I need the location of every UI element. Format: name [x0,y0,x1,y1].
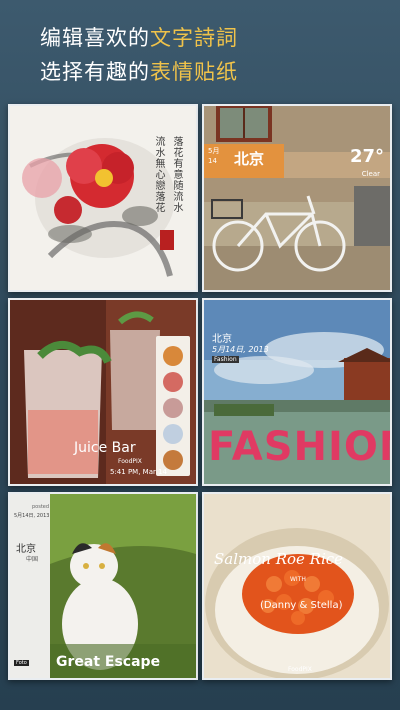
juice-brand: FoodPIX [118,458,142,465]
template-salmon-tile[interactable]: Salmon Roe Rice WITH (Danny & Stella) Fo… [202,492,392,680]
cat-posted: posted [32,504,50,510]
bicycle-photo [204,106,390,290]
weather-date-month: 5月 [208,147,220,155]
promo-header: 编辑喜欢的文字詩詞 选择有趣的表情贴纸 [0,0,400,96]
template-poem-tile[interactable]: 落花有意随流水 流水無心戀落花 [8,104,198,292]
fashion-date: 5月14日, 2013 [212,345,269,354]
salmon-brand: FoodPIX [288,666,312,673]
color-swatch[interactable] [163,398,183,418]
template-weather-tile[interactable]: 5月 14 北京 27° Clear [202,104,392,292]
salmon-with: WITH [290,576,306,583]
fashion-tag: Fashion [212,356,239,363]
salmon-title: Salmon Roe Rice [214,550,344,568]
weather-date: 5月 14 [208,146,219,166]
template-fashion-tile[interactable]: 北京 5月14日, 2013 Fashion FASHION [202,298,392,486]
salmon-roe-photo [204,494,390,678]
weather-temperature: 27° [349,146,384,167]
template-juice-tile[interactable]: Juice Bar FoodPIX 5:41 PM, Mar 14 [8,298,198,486]
cat-side-panel [10,494,50,678]
fashion-title: FASHION [208,424,390,470]
cat-title: Great Escape [56,654,161,670]
headline-text-2: 选择有趣的 [40,60,150,84]
salmon-names: (Danny & Stella) [260,600,343,611]
fashion-city: 北京 [212,334,232,345]
headline-highlight-1: 文字詩詞 [150,26,238,50]
color-swatch[interactable] [163,346,183,366]
headline-line-1: 编辑喜欢的文字詩詞 [40,22,238,52]
juice-time: 5:41 PM, Mar 14 [110,468,167,476]
color-swatch[interactable] [163,450,183,470]
color-swatch-strip [156,336,190,476]
template-cat-tile[interactable]: posted 5月14日, 2013 北京 中国 Foto Great Esca… [8,492,198,680]
cat-date: 5月14日, 2013 [14,513,50,519]
cat-city: 北京 [16,544,36,555]
poem-column: 落花有意随流水 [171,136,182,213]
poem-column: 流水無心戀落花 [153,136,164,213]
headline-highlight-2: 表情贴纸 [150,60,238,84]
cat-badge: Foto [14,660,29,666]
poem-columns: 落花有意随流水 流水無心戀落花 [136,136,184,213]
headline-text-1: 编辑喜欢的 [40,26,150,50]
weather-city: 北京 [234,150,265,168]
red-seal-stamp [160,230,174,250]
weather-condition: Clear [361,170,380,178]
color-swatch[interactable] [163,424,183,444]
weather-date-day: 14 [208,157,217,165]
juice-title: Juice Bar [74,440,136,456]
color-swatch[interactable] [163,372,183,392]
cat-country: 中国 [26,556,39,563]
headline-line-2: 选择有趣的表情贴纸 [40,56,238,86]
